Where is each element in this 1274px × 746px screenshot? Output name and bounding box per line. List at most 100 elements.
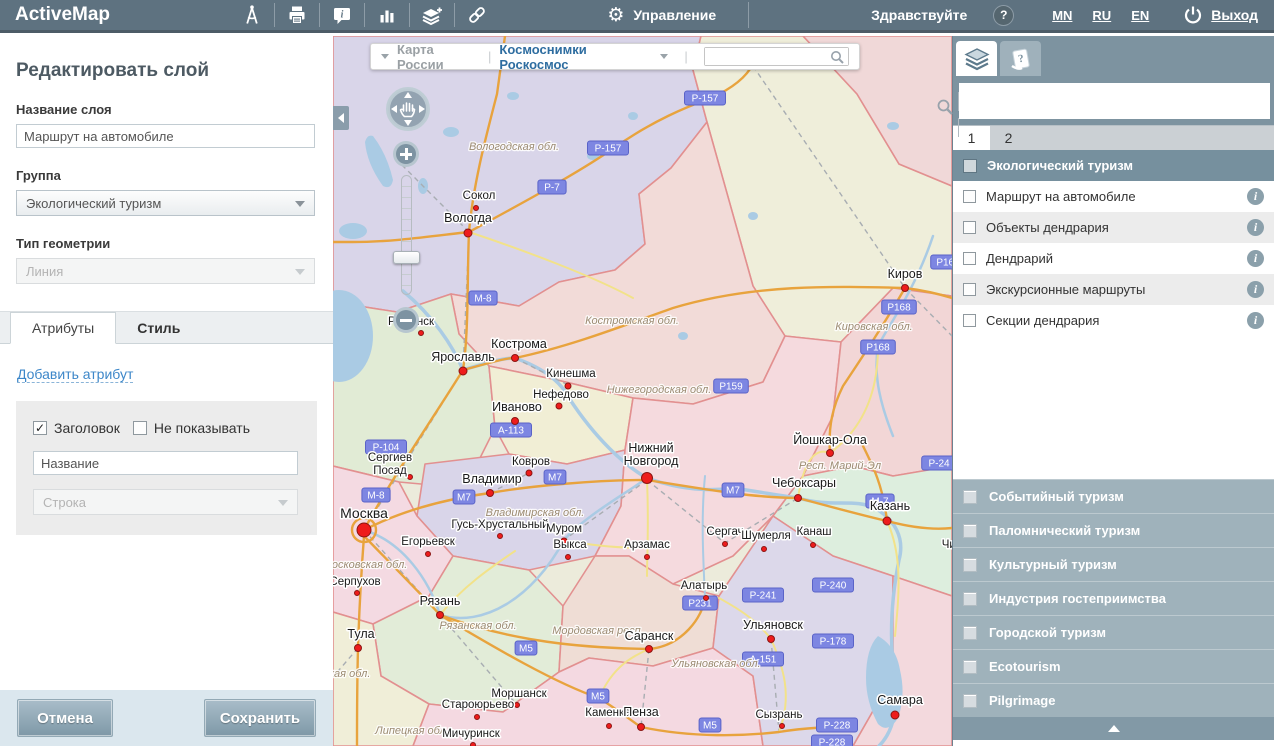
hide-checkbox-label[interactable]: Не показывать — [154, 420, 250, 436]
group-checkbox[interactable] — [963, 660, 977, 674]
layer-checkbox[interactable] — [963, 314, 976, 327]
search-icon — [829, 49, 846, 66]
layers-list-spacer — [953, 336, 1274, 479]
map-canvas[interactable]: Р-157Р-157Р-7М-8Р168Р168Р168Р159А-113Р-1… — [333, 36, 952, 746]
group-checkbox[interactable] — [963, 694, 977, 708]
map-road-badge-label: А-113 — [498, 426, 524, 437]
measure-tool-button[interactable] — [230, 0, 274, 30]
page-button-2[interactable]: 2 — [990, 126, 1027, 150]
collapse-left-panel-button[interactable] — [333, 106, 349, 130]
layer-name: Секции дендрария — [986, 313, 1099, 328]
map-city-label: Владимир — [462, 472, 521, 486]
group-name: Экологический туризм — [987, 158, 1133, 173]
info-icon[interactable]: i — [1247, 219, 1264, 236]
scroll-up-button[interactable] — [953, 717, 1274, 740]
group-select[interactable]: Экологический туризм — [16, 190, 315, 216]
tab-layers[interactable] — [956, 41, 997, 76]
info-icon[interactable]: i — [1247, 250, 1264, 267]
layer-checkbox[interactable] — [963, 283, 976, 296]
zoom-out-button[interactable] — [393, 307, 419, 333]
logout-button[interactable]: Выход — [1183, 5, 1258, 25]
layer-row[interactable]: Экскурсионные маршрутыi — [953, 274, 1274, 305]
layer-group-collapsed[interactable]: Культурный туризм — [953, 547, 1274, 581]
group-checkbox[interactable] — [963, 524, 977, 538]
layer-row[interactable]: Секции дендрария i — [953, 305, 1274, 336]
title-checkbox[interactable]: ✓ — [33, 421, 47, 435]
layer-group-collapsed[interactable]: Паломнический туризм — [953, 513, 1274, 547]
map-city-label: Йошкар-Ола — [793, 432, 867, 447]
layers-panel: ? 12 Экологический туризм Маршрут на авт… — [952, 36, 1274, 746]
map-city-dot — [512, 355, 519, 362]
group-checkbox[interactable] — [963, 592, 977, 606]
map-city-label: Мичуринск — [442, 728, 501, 740]
group-checkbox[interactable] — [963, 159, 977, 173]
layer-name: Объекты дендрария — [986, 220, 1109, 235]
map-city-label: Кинешма — [546, 368, 596, 380]
group-checkbox[interactable] — [963, 490, 977, 504]
map-city-dot — [355, 591, 360, 596]
group-checkbox[interactable] — [963, 626, 977, 640]
layer-row[interactable]: Объекты дендрария i — [953, 212, 1274, 243]
language-link-ru[interactable]: RU — [1092, 8, 1111, 23]
map-search-input[interactable] — [705, 48, 848, 65]
chevron-down-icon[interactable] — [660, 54, 668, 59]
save-button[interactable]: Сохранить — [204, 699, 316, 737]
title-checkbox-label[interactable]: Заголовок — [54, 420, 120, 436]
map-city-dot — [902, 285, 909, 292]
info-icon[interactable]: i — [1247, 312, 1264, 329]
chevron-down-icon[interactable] — [381, 54, 389, 59]
app-header: ActiveMap i — [0, 0, 1274, 33]
zoom-slider-handle[interactable] — [393, 251, 420, 264]
layers-search-input[interactable] — [959, 83, 1270, 119]
management-menu[interactable]: ⚙ Управление — [607, 6, 716, 25]
help-button[interactable]: ? — [993, 5, 1014, 26]
cancel-button[interactable]: Отмена — [17, 699, 113, 737]
power-icon — [1183, 5, 1203, 25]
map-city-dot — [419, 331, 424, 336]
info-icon[interactable]: i — [1247, 188, 1264, 205]
layer-checkbox[interactable] — [963, 190, 976, 203]
layer-group-header[interactable]: Экологический туризм — [953, 150, 1274, 181]
map-pan-control[interactable] — [385, 86, 431, 137]
print-button[interactable] — [275, 0, 319, 30]
zoom-in-button[interactable] — [393, 141, 419, 167]
layers-pagination: 12 — [953, 125, 1274, 150]
group-checkbox[interactable] — [963, 558, 977, 572]
layer-group-collapsed[interactable]: Pilgrimage — [953, 683, 1274, 717]
layer-group-collapsed[interactable]: Индустрия гостеприимства — [953, 581, 1274, 615]
tab-legend[interactable]: ? — [1000, 41, 1041, 76]
layer-group-collapsed[interactable]: Ecotourism — [953, 649, 1274, 683]
statistics-button[interactable] — [365, 0, 409, 30]
layer-group-collapsed[interactable]: Событийный туризм — [953, 479, 1274, 513]
language-link-en[interactable]: EN — [1131, 8, 1149, 23]
info-icon[interactable]: i — [1247, 281, 1264, 298]
divider: | — [488, 49, 491, 64]
hide-checkbox[interactable] — [133, 421, 147, 435]
add-attribute-link[interactable]: Добавить атрибут — [17, 366, 133, 383]
share-link-button[interactable] — [455, 0, 499, 30]
layer-name-input[interactable] — [16, 124, 315, 148]
layer-group-collapsed[interactable]: Городской туризм — [953, 615, 1274, 649]
map-city-label: Чебоксары — [772, 476, 836, 490]
language-link-mn[interactable]: MN — [1052, 8, 1072, 23]
map-city-dot — [646, 646, 653, 653]
reference-button[interactable]: i — [320, 0, 364, 30]
layer-checkbox[interactable] — [963, 252, 976, 265]
chevron-down-icon — [295, 269, 305, 275]
layer-row[interactable]: Маршрут на автомобилеi — [953, 181, 1274, 212]
active-map-selector[interactable]: Космоснимки Роскосмос — [499, 42, 652, 72]
geometry-type-select: Линия — [16, 258, 315, 284]
add-layer-button[interactable] — [410, 0, 454, 30]
layer-row[interactable]: Дендрарийi — [953, 243, 1274, 274]
layer-checkbox[interactable] — [963, 221, 976, 234]
zoom-slider[interactable] — [401, 175, 412, 295]
base-map-selector[interactable]: Карта России — [397, 42, 480, 72]
chevron-down-icon — [278, 500, 288, 506]
layers-panel-tabs: ? — [953, 36, 1274, 76]
gear-icon: ⚙ — [607, 6, 624, 25]
tab-style[interactable]: Стиль — [116, 312, 201, 343]
tab-attributes[interactable]: Атрибуты — [10, 312, 116, 344]
map-city-dot — [474, 206, 479, 211]
group-name: Культурный туризм — [989, 557, 1117, 572]
attribute-name-input[interactable] — [33, 451, 298, 475]
